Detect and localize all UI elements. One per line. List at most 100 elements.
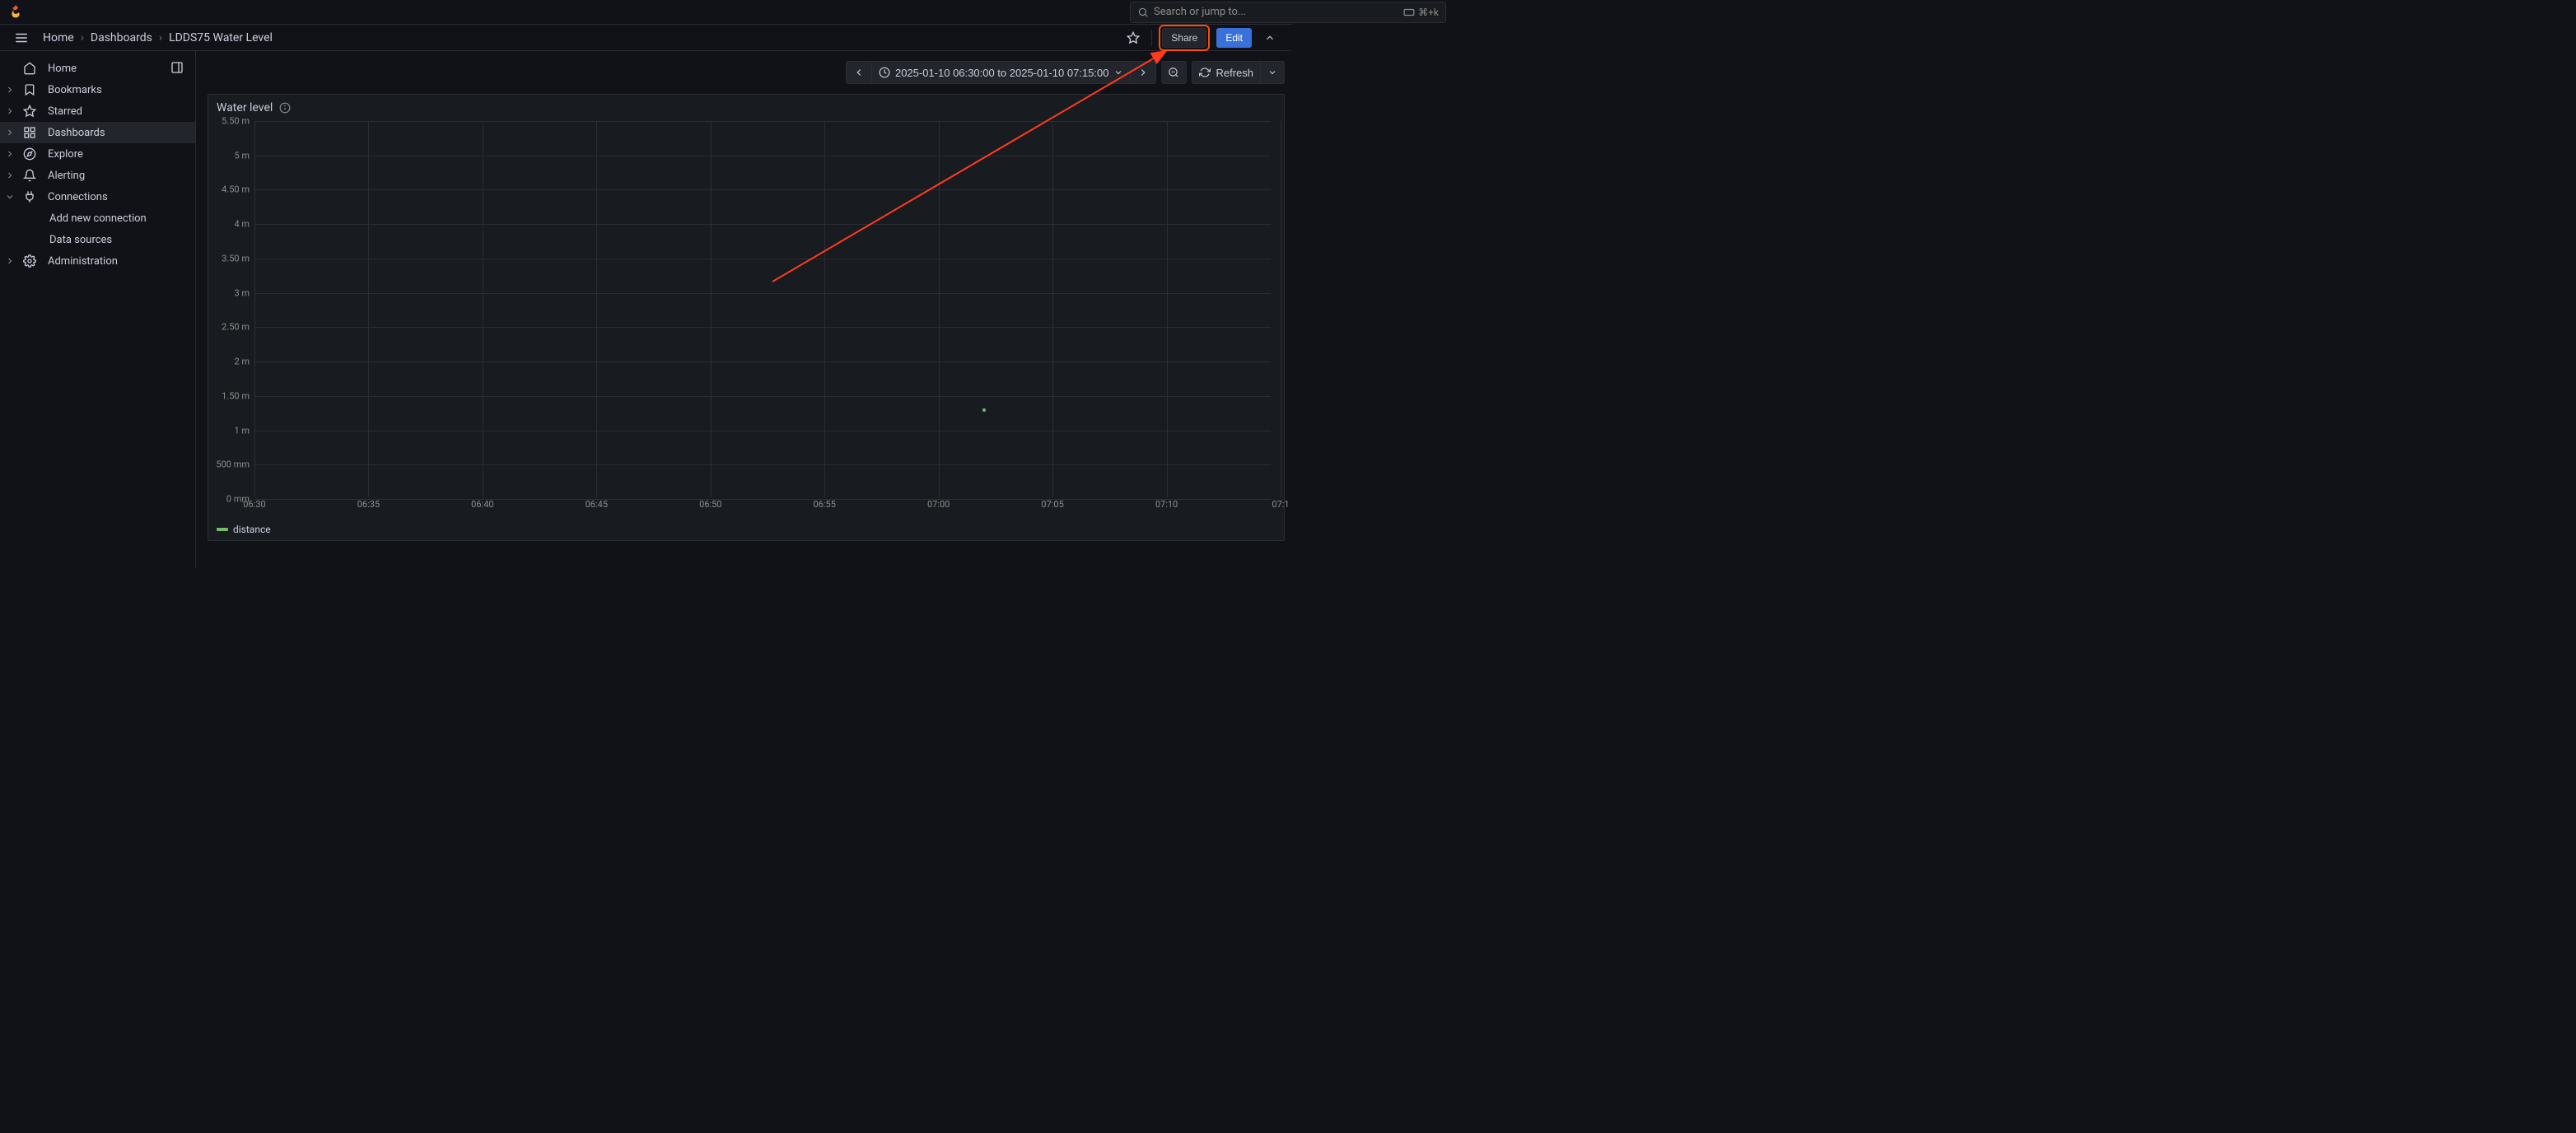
y-tick: 2 m (234, 357, 250, 367)
chevron-right-icon: › (81, 31, 84, 44)
clock-icon (879, 67, 890, 78)
sidebar-item-dashboards[interactable]: Dashboards (0, 122, 195, 143)
sidebar-item-connections[interactable]: Connections (0, 186, 195, 207)
x-tick: 07:1 (1272, 499, 1289, 510)
sidebar-item-label: Connections (48, 191, 108, 203)
search-input[interactable]: Search or jump to... ⌘+k (1130, 2, 1446, 23)
grid-line-v (1167, 121, 1168, 497)
x-tick: 07:10 (1155, 499, 1178, 510)
grid-line-h (254, 189, 1271, 190)
share-button[interactable]: Share (1162, 28, 1206, 48)
time-range-label: 2025-01-10 06:30:00 to 2025-01-10 07:15:… (895, 67, 1109, 79)
chart-area[interactable]: 5.50 m5 m4.50 m4 m3.50 m3 m2.50 m2 m1.50… (215, 121, 1277, 514)
y-tick: 1.50 m (222, 390, 250, 401)
star-button[interactable] (1122, 26, 1145, 49)
legend[interactable]: distance (217, 524, 271, 535)
edit-button[interactable]: Edit (1216, 28, 1252, 48)
sidebar-item-label: Administration (48, 255, 118, 268)
grid-line-h (254, 224, 1271, 225)
y-tick: 2.50 m (222, 322, 250, 333)
y-tick: 500 mm (216, 459, 250, 470)
refresh-icon (1199, 67, 1211, 78)
grid-line-h (254, 464, 1271, 465)
chevron-right-icon (5, 256, 15, 266)
compass-icon (23, 147, 36, 161)
grid-line-h (254, 327, 1271, 328)
search-icon (1137, 7, 1149, 18)
x-tick: 06:30 (243, 499, 265, 510)
dashboard-icon (23, 126, 36, 139)
chevron-right-icon (5, 170, 15, 180)
grid-line-h (254, 121, 1271, 122)
sidebar-item-starred[interactable]: Starred (0, 100, 195, 122)
sidebar-item-label: Starred (48, 105, 82, 118)
chevron-right-icon (5, 128, 15, 138)
shortcut-label: ⌘+k (1418, 7, 1439, 18)
y-tick: 5.50 m (222, 116, 250, 127)
sidebar-subitem-data-sources[interactable]: Data sources (0, 229, 195, 250)
data-point (982, 408, 986, 412)
home-icon (23, 62, 36, 75)
chevron-right-icon: › (159, 31, 162, 44)
search-placeholder: Search or jump to... (1154, 6, 1246, 18)
chevron-down-icon (1267, 68, 1277, 77)
time-next-button[interactable] (1131, 61, 1156, 84)
x-tick: 07:05 (1041, 499, 1063, 510)
x-tick: 07:00 (927, 499, 950, 510)
bookmark-icon (23, 83, 36, 96)
grid-line-v (1052, 121, 1053, 497)
sidebar-item-alerting[interactable]: Alerting (0, 165, 195, 186)
y-tick: 3.50 m (222, 253, 250, 263)
sidebar: Home Bookmarks Starred Dashboards Explor… (0, 51, 196, 568)
breadcrumb-current: LDDS75 Water Level (169, 31, 273, 44)
breadcrumb-home[interactable]: Home (43, 31, 74, 44)
chevron-right-icon (5, 106, 15, 116)
grid-line-h (254, 293, 1271, 294)
x-axis: 06:3006:3506:4006:4506:5006:5507:0007:05… (254, 499, 1271, 514)
chevron-right-icon (5, 149, 15, 159)
y-tick: 1 m (234, 425, 250, 436)
x-tick: 06:50 (699, 499, 721, 510)
y-tick: 4 m (234, 219, 250, 230)
chevron-down-icon (1113, 68, 1123, 77)
sidebar-item-home[interactable]: Home (0, 58, 195, 79)
chevron-up-icon (1264, 32, 1276, 44)
grid-line-h (254, 396, 1271, 397)
sidebar-subitem-add-connection[interactable]: Add new connection (0, 207, 195, 229)
refresh-interval-button[interactable] (1261, 61, 1285, 84)
panel-title: Water level (217, 101, 273, 114)
zoom-out-button[interactable] (1161, 61, 1187, 84)
collapse-button[interactable] (1258, 26, 1281, 49)
sidebar-item-label: Bookmarks (48, 84, 102, 96)
grid-line-v (596, 121, 597, 497)
share-highlight: Share (1159, 25, 1210, 51)
star-icon (1127, 31, 1140, 44)
grid-line-v (254, 121, 255, 497)
refresh-button[interactable]: Refresh (1192, 61, 1261, 84)
y-axis: 5.50 m5 m4.50 m4 m3.50 m3 m2.50 m2 m1.50… (215, 121, 253, 497)
sidebar-item-explore[interactable]: Explore (0, 143, 195, 165)
divider (1151, 30, 1152, 46)
grafana-logo-icon[interactable] (7, 3, 25, 21)
sidebar-item-label: Dashboards (48, 127, 105, 139)
grid-line-v (824, 121, 825, 497)
grid-line-h (254, 361, 1271, 362)
sidebar-item-label: Alerting (48, 170, 85, 182)
gear-icon (23, 254, 36, 268)
breadcrumb-dashboards[interactable]: Dashboards (91, 31, 152, 44)
plug-icon (23, 190, 36, 203)
plot-area (254, 121, 1271, 497)
y-tick: 4.50 m (222, 184, 250, 195)
menu-toggle-button[interactable] (10, 26, 33, 49)
keyboard-icon (1403, 7, 1415, 18)
x-tick: 06:40 (471, 499, 493, 510)
time-range-button[interactable]: 2025-01-10 06:30:00 to 2025-01-10 07:15:… (872, 61, 1132, 84)
zoom-out-icon (1168, 67, 1179, 78)
info-icon[interactable] (279, 102, 291, 114)
sidebar-item-administration[interactable]: Administration (0, 250, 195, 272)
star-icon (23, 105, 36, 118)
chevron-down-icon (5, 192, 15, 202)
time-prev-button[interactable] (846, 61, 872, 84)
x-tick: 06:55 (814, 499, 836, 510)
sidebar-item-bookmarks[interactable]: Bookmarks (0, 79, 195, 100)
